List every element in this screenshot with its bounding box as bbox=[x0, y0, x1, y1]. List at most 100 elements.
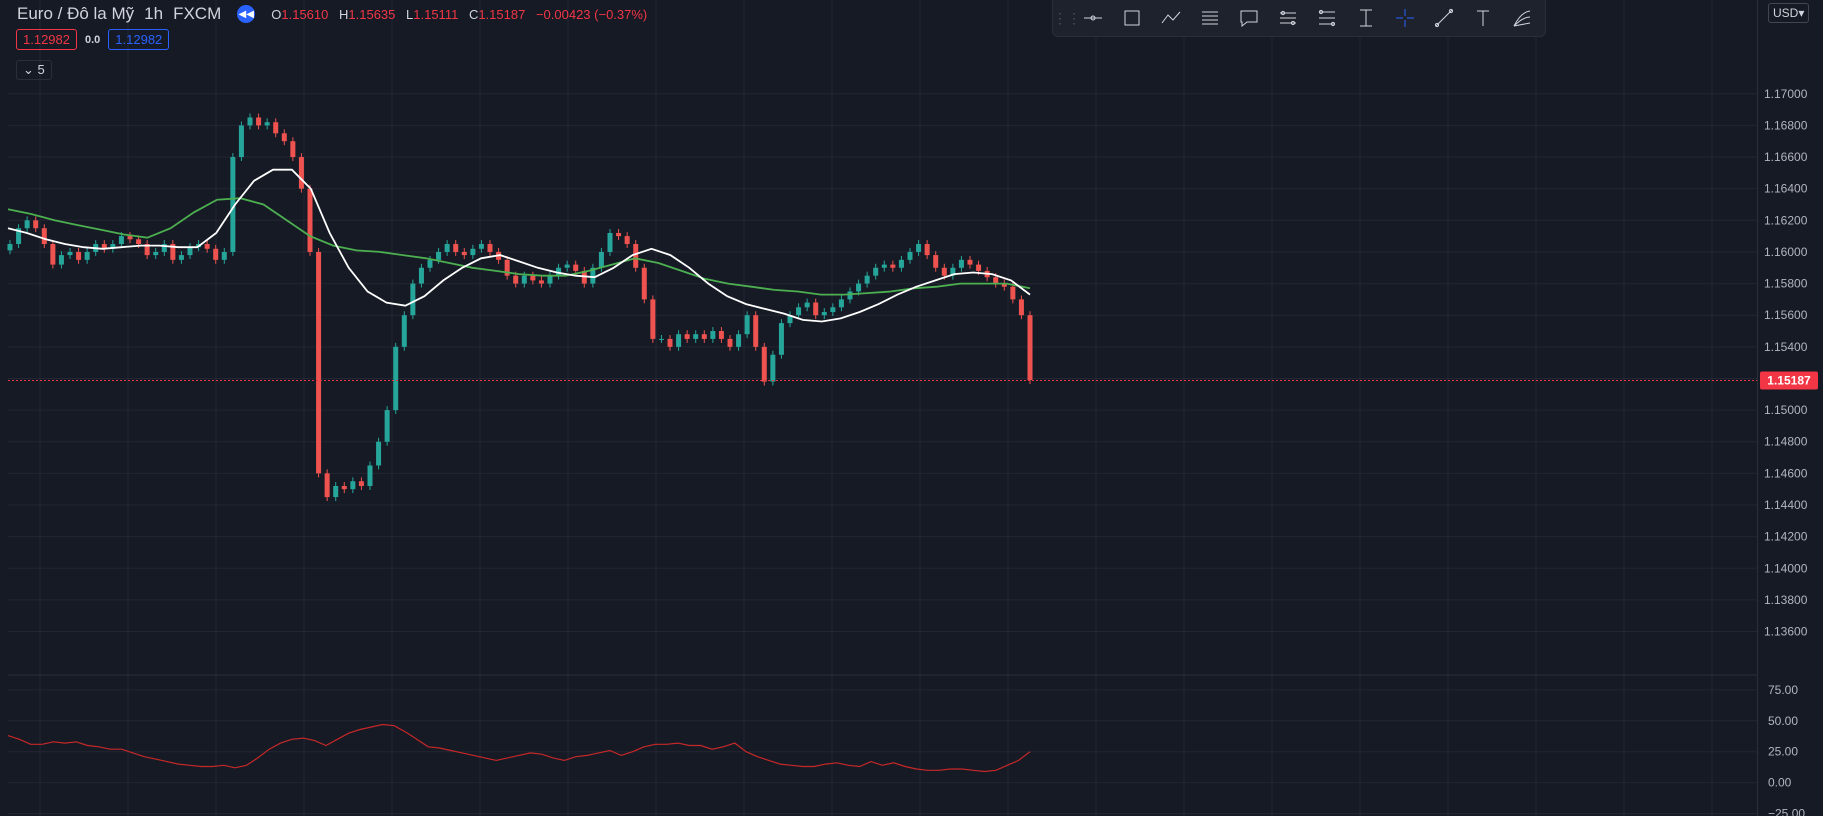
candles-layer bbox=[7, 113, 1033, 502]
price-tick-label: 1.13600 bbox=[1764, 625, 1808, 639]
price-tick-label: 1.16400 bbox=[1764, 182, 1808, 196]
text-icon[interactable] bbox=[1463, 0, 1502, 36]
candle-body bbox=[641, 267, 647, 300]
candle-body bbox=[153, 251, 159, 256]
candle-body bbox=[838, 299, 844, 308]
symbol-name[interactable]: Euro / Đô la Mỹ bbox=[17, 4, 134, 24]
candle-body bbox=[958, 259, 964, 268]
open-label: O bbox=[271, 6, 282, 22]
candle-body bbox=[753, 315, 759, 347]
interval-label[interactable]: 1h bbox=[144, 4, 163, 24]
high-value: 1.15635 bbox=[348, 6, 396, 22]
candle-body bbox=[993, 277, 999, 284]
indicators-toggle[interactable]: ⌄ 5 bbox=[16, 60, 52, 80]
candle-body bbox=[136, 239, 142, 245]
candle-body bbox=[298, 157, 304, 189]
candle-body bbox=[376, 441, 382, 466]
buy-button[interactable]: 1.12982 bbox=[108, 29, 170, 50]
fib-fan-icon[interactable] bbox=[1502, 0, 1541, 36]
candle-body bbox=[530, 275, 536, 281]
candle-body bbox=[84, 251, 90, 260]
close-value: 1.15187 bbox=[478, 6, 526, 22]
drag-handle-icon[interactable]: ⋮⋮ bbox=[1053, 10, 1081, 27]
price-tick-label: 1.14600 bbox=[1764, 466, 1808, 480]
price-tick-label: 1.14200 bbox=[1764, 530, 1808, 544]
callout-icon[interactable] bbox=[1229, 0, 1268, 36]
candle-body bbox=[436, 251, 442, 260]
ma-fast-line bbox=[7, 168, 1031, 323]
candle-body bbox=[204, 244, 210, 249]
candle-body bbox=[521, 275, 527, 284]
symbol-legend: Euro / Đô la Mỹ 1h FXCM ◀◀ O1.15610 H1.1… bbox=[17, 4, 654, 24]
oscillator-tick-label: 0.00 bbox=[1768, 776, 1792, 790]
candle-body bbox=[367, 465, 373, 487]
candle-body bbox=[941, 267, 947, 276]
candle-body bbox=[7, 244, 13, 251]
price-tick-label: 1.16600 bbox=[1764, 150, 1808, 164]
candle-body bbox=[761, 346, 767, 382]
trend-line-icon[interactable] bbox=[1424, 0, 1463, 36]
price-range-icon[interactable] bbox=[1346, 0, 1385, 36]
candle-body bbox=[916, 244, 922, 252]
low-value: 1.15111 bbox=[413, 6, 459, 22]
crosshair-icon[interactable] bbox=[1385, 0, 1424, 36]
candle-body bbox=[813, 302, 819, 316]
candle-body bbox=[401, 315, 407, 347]
candle-body bbox=[693, 334, 699, 339]
parallel-channel-icon[interactable] bbox=[1268, 0, 1307, 36]
price-axis[interactable]: 1.17000 1.16800 1.16600 1.16400 1.16200 1.160… bbox=[1764, 87, 1808, 639]
currency-selector[interactable]: USD▾ bbox=[1768, 3, 1810, 23]
candle-body bbox=[778, 323, 784, 355]
candle-body bbox=[221, 251, 227, 260]
candle-body bbox=[453, 244, 459, 252]
candle-body bbox=[1010, 286, 1016, 300]
path-icon[interactable] bbox=[1151, 0, 1190, 36]
candle-body bbox=[676, 334, 682, 347]
candle-body bbox=[564, 264, 570, 268]
candle-body bbox=[701, 334, 707, 339]
candle-body bbox=[418, 267, 424, 284]
drawing-toolbar: ⋮⋮ bbox=[1052, 0, 1546, 37]
candle-body bbox=[513, 275, 519, 284]
last-price-text: 1.15187 bbox=[1767, 374, 1811, 388]
candle-body bbox=[487, 244, 493, 252]
oscillator-tick-label: 75.00 bbox=[1768, 683, 1798, 697]
candle-body bbox=[247, 117, 253, 126]
candle-body bbox=[933, 255, 939, 268]
chart-canvas[interactable]: 1.17000 1.16800 1.16600 1.16400 1.16200 1.160… bbox=[0, 0, 1823, 816]
candle-body bbox=[847, 291, 853, 300]
candle-body bbox=[856, 283, 862, 292]
candle-body bbox=[976, 264, 982, 271]
horizontal-lines-icon[interactable] bbox=[1190, 0, 1229, 36]
indicators-count: 5 bbox=[37, 62, 45, 77]
bid-ask-row: 1.12982 0.0 1.12982 bbox=[16, 29, 170, 50]
price-tick-label: 1.14000 bbox=[1764, 561, 1808, 575]
currency-label: USD bbox=[1773, 6, 1799, 20]
candle-body bbox=[650, 299, 656, 339]
candle-body bbox=[684, 334, 690, 339]
sell-button[interactable]: 1.12982 bbox=[16, 29, 77, 50]
replay-icon[interactable]: ◀◀ bbox=[237, 5, 256, 23]
candle-body bbox=[718, 331, 724, 339]
candle-body bbox=[796, 307, 802, 316]
chevron-down-icon: ▾ bbox=[1798, 6, 1805, 20]
candle-body bbox=[41, 228, 47, 245]
candle-body bbox=[461, 251, 467, 256]
rectangle-icon[interactable] bbox=[1112, 0, 1151, 36]
grid-lines bbox=[8, 0, 1757, 816]
price-tick-label: 1.15800 bbox=[1764, 277, 1808, 291]
candle-body bbox=[547, 275, 553, 284]
candle-body bbox=[324, 473, 330, 498]
candle-body bbox=[256, 117, 262, 126]
candle-body bbox=[821, 312, 827, 316]
candle-body bbox=[624, 236, 630, 245]
candle-body bbox=[444, 244, 450, 252]
candle-body bbox=[658, 338, 664, 340]
candle-body bbox=[967, 259, 973, 265]
fib-channel-icon[interactable] bbox=[1307, 0, 1346, 36]
candle-body bbox=[667, 338, 673, 347]
oscillator-axis[interactable]: 75.00 50.00 25.00 0.00 −25.00 bbox=[1768, 683, 1805, 816]
candle-body bbox=[178, 255, 184, 260]
candle-body bbox=[898, 259, 904, 268]
horizontal-ray-icon[interactable] bbox=[1073, 0, 1112, 36]
